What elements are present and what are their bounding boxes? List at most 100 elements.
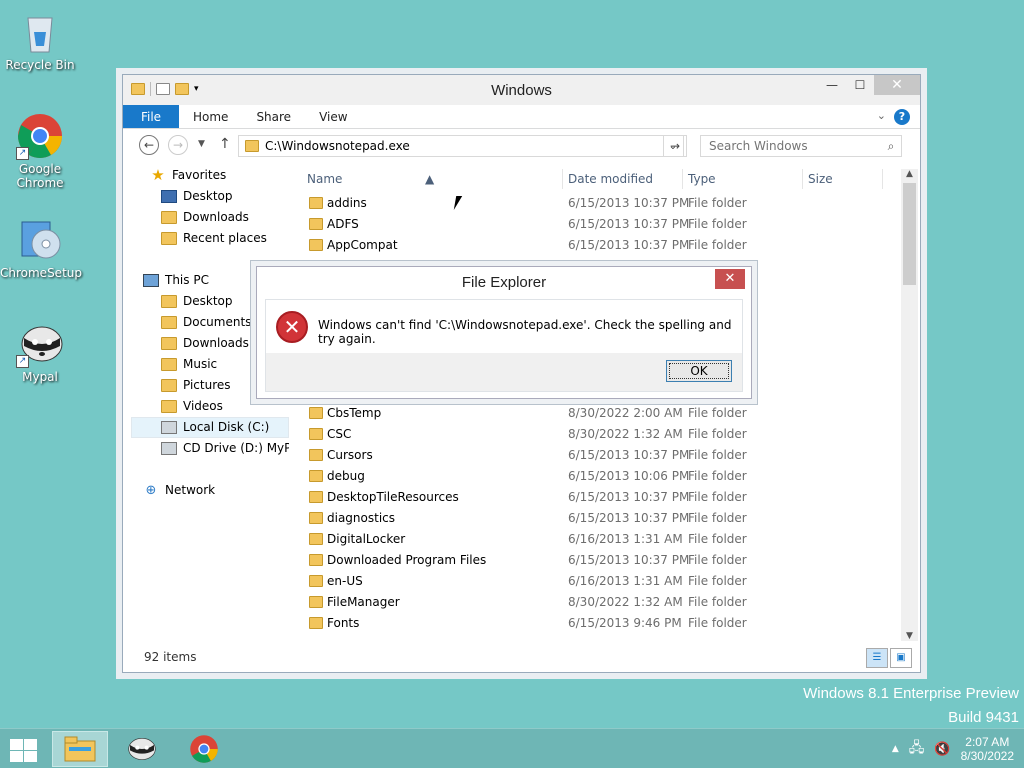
sidebar-item-downloads[interactable]: Downloads <box>123 207 289 228</box>
file-row[interactable]: DigitalLocker 6/16/2013 1:31 AM File folde… <box>299 529 899 550</box>
dialog-title: File Explorer <box>461 274 547 291</box>
forward-button[interactable]: → <box>168 135 188 155</box>
file-type: File folder <box>688 532 747 546</box>
expand-ribbon-icon[interactable]: ⌄ <box>877 109 886 122</box>
clock-date: 8/30/2022 <box>960 749 1014 763</box>
tab-share[interactable]: Share <box>242 105 305 128</box>
desktop-icon-google-chrome[interactable]: ↗ Google Chrome <box>0 112 80 190</box>
file-name: Fonts <box>327 616 360 630</box>
column-header-size[interactable]: Size <box>808 172 833 186</box>
sidebar-item-recent-places[interactable]: Recent places <box>123 228 289 249</box>
close-button[interactable]: ✕ <box>874 75 920 95</box>
maximize-button[interactable]: ☐ <box>846 75 874 95</box>
start-button[interactable] <box>8 737 38 762</box>
folder-icon <box>309 554 323 566</box>
address-bar[interactable]: C:\Windowsnotepad.exe ⌄ <box>238 135 684 157</box>
sidebar-item-cd-drive[interactable]: CD Drive (D:) MyPal <box>123 438 289 459</box>
file-date: 8/30/2022 1:32 AM <box>568 595 683 609</box>
show-hidden-icons-icon[interactable]: ▲ <box>892 744 899 754</box>
dialog-close-button[interactable]: ✕ <box>715 269 745 289</box>
column-divider[interactable] <box>882 169 883 189</box>
file-type: File folder <box>688 595 747 609</box>
folder-icon <box>309 239 323 251</box>
file-row[interactable]: CSC 8/30/2022 1:32 AM File folder <box>299 424 899 445</box>
sidebar-item-favorites[interactable]: ★ Favorites <box>123 165 289 186</box>
file-row[interactable]: Cursors 6/15/2013 10:37 PM File folder <box>299 445 899 466</box>
search-box[interactable]: ⌕ <box>700 135 902 157</box>
folder-icon <box>309 575 323 587</box>
navigation-bar: ← → ▼ ↑ C:\Windowsnotepad.exe ⌄ → ⌕ <box>123 129 920 163</box>
go-button[interactable]: → <box>663 135 687 157</box>
clock[interactable]: 2:07 AM 8/30/2022 <box>961 735 1014 763</box>
file-row[interactable]: AppCompat 6/15/2013 10:37 PM File folder <box>299 235 899 256</box>
file-row[interactable]: en-US 6/16/2013 1:31 AM File folder <box>299 571 899 592</box>
taskbar-chrome[interactable] <box>176 731 232 767</box>
search-input[interactable] <box>709 139 881 153</box>
large-icons-view-button[interactable]: ▣ <box>890 648 912 668</box>
sidebar-item-label: Pictures <box>183 378 231 392</box>
file-name: debug <box>327 469 365 483</box>
folder-icon <box>309 218 323 230</box>
network-status-icon[interactable]: 🖧 <box>909 737 925 761</box>
vertical-scrollbar[interactable]: ▲ ▼ <box>901 169 918 641</box>
file-date: 6/16/2013 1:31 AM <box>568 532 683 546</box>
minimize-button[interactable]: — <box>818 75 846 95</box>
file-row[interactable]: ADFS 6/15/2013 10:37 PM File folder <box>299 214 899 235</box>
tab-home[interactable]: Home <box>179 105 242 128</box>
downloads-folder-icon <box>161 211 177 224</box>
details-view-button[interactable]: ☰ <box>866 648 888 668</box>
tab-view[interactable]: View <box>305 105 361 128</box>
column-header-name[interactable]: Name <box>307 172 342 186</box>
folder-icon <box>309 533 323 545</box>
title-bar[interactable]: ▾ Windows — ☐ ✕ <box>123 75 920 105</box>
folder-icon <box>309 491 323 503</box>
scroll-up-icon[interactable]: ▲ <box>901 169 918 179</box>
sidebar-item-desktop[interactable]: Desktop <box>123 186 289 207</box>
volume-muted-icon[interactable]: 🔇 <box>934 742 950 757</box>
sidebar-item-network[interactable]: ⊕ Network <box>123 480 289 501</box>
file-row[interactable]: CbsTemp 8/30/2022 2:00 AM File folder <box>299 403 899 424</box>
scroll-thumb[interactable] <box>903 183 916 285</box>
file-row[interactable]: FileManager 8/30/2022 1:32 AM File folder <box>299 592 899 613</box>
file-row[interactable]: debug 6/15/2013 10:06 PM File folder <box>299 466 899 487</box>
up-button[interactable]: ↑ <box>219 136 231 152</box>
file-row[interactable]: Fonts 6/15/2013 9:46 PM File folder <box>299 613 899 634</box>
sidebar-item-label: Local Disk (C:) <box>183 420 270 434</box>
column-divider[interactable] <box>562 169 563 189</box>
sidebar-item-label: Downloads <box>183 210 249 224</box>
dialog-body: ✕ Windows can't find 'C:\Windowsnotepad.… <box>265 299 743 392</box>
error-icon: ✕ <box>276 311 308 343</box>
desktop-icon-mypal[interactable]: ↗ Mypal <box>0 320 80 384</box>
windows-watermark: Windows 8.1 Enterprise Preview <box>803 685 1019 702</box>
search-icon[interactable]: ⌕ <box>881 139 901 154</box>
taskbar-file-explorer[interactable] <box>52 731 108 767</box>
taskbar-mypal[interactable] <box>114 731 170 767</box>
folder-icon <box>309 407 323 419</box>
file-type: File folder <box>688 448 747 462</box>
back-button[interactable]: ← <box>139 135 159 155</box>
tab-file[interactable]: File <box>123 105 179 128</box>
desktop-icon-chromesetup[interactable]: ChromeSetup <box>0 216 82 280</box>
desktop-icon-label: Mypal <box>22 370 58 384</box>
clock-time: 2:07 AM <box>965 735 1010 749</box>
chrome-icon <box>190 735 218 763</box>
column-divider[interactable] <box>682 169 683 189</box>
help-icon[interactable]: ? <box>894 109 910 125</box>
sidebar-item-local-disk[interactable]: Local Disk (C:) <box>131 417 289 438</box>
file-name: en-US <box>327 574 363 588</box>
dialog-footer: OK <box>266 353 742 391</box>
desktop-icon-recycle-bin[interactable]: Recycle Bin <box>0 8 80 72</box>
file-row[interactable]: diagnostics 6/15/2013 10:37 PM File folder <box>299 508 899 529</box>
column-header-type[interactable]: Type <box>688 172 716 186</box>
file-name: Cursors <box>327 448 373 462</box>
file-row[interactable]: addins 6/15/2013 10:37 PM File folder <box>299 193 899 214</box>
file-row[interactable]: DesktopTileResources 6/15/2013 10:37 PM Fi… <box>299 487 899 508</box>
file-name: DesktopTileResources <box>327 490 459 504</box>
sidebar-item-videos[interactable]: Videos <box>123 396 289 417</box>
column-divider[interactable] <box>802 169 803 189</box>
recent-locations-chevron-icon[interactable]: ▼ <box>198 139 205 149</box>
column-header-date[interactable]: Date modified <box>568 172 653 186</box>
scroll-down-icon[interactable]: ▼ <box>901 631 918 641</box>
ok-button[interactable]: OK <box>666 360 732 382</box>
file-row[interactable]: Downloaded Program Files 6/15/2013 10:37 … <box>299 550 899 571</box>
